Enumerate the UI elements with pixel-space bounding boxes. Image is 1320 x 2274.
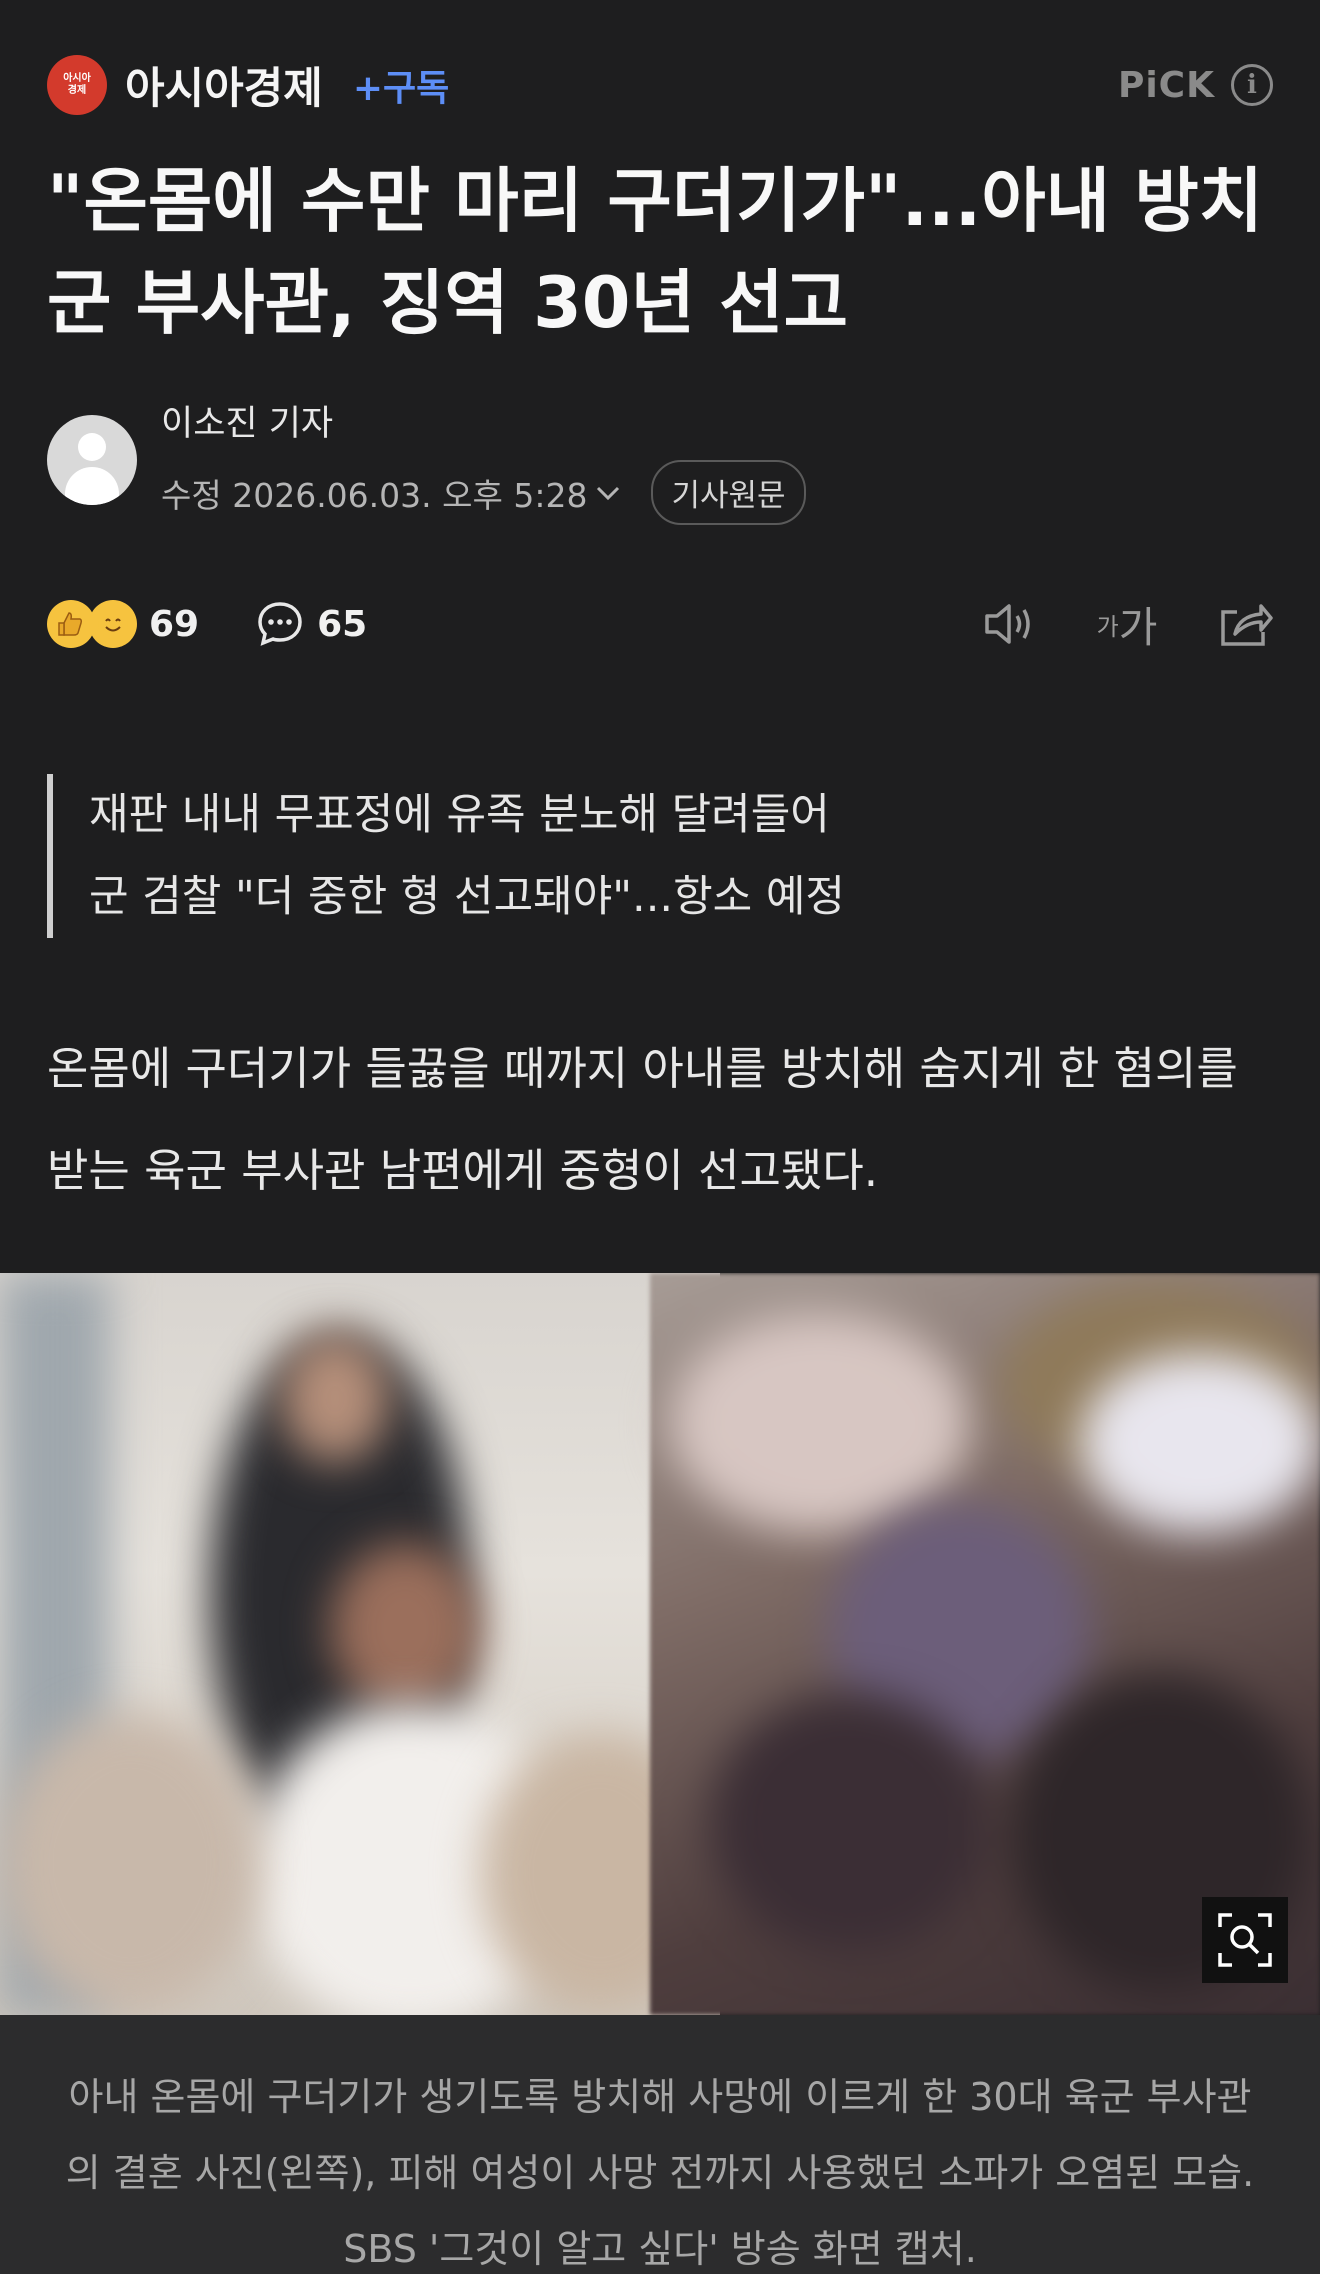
article-toolbar: 69 65 가가 (47, 594, 1273, 654)
reporter-avatar[interactable] (47, 415, 137, 505)
reaction-button[interactable] (47, 600, 137, 648)
pick-label: PiCK (1117, 64, 1215, 106)
speaker-icon[interactable] (981, 596, 1037, 652)
summary-line: 군 검찰 "더 중한 형 선고돼야"...항소 예정 (89, 872, 845, 922)
chevron-down-icon[interactable] (595, 476, 621, 509)
article-lead-paragraph: 온몸에 구더기가 들끓을 때까지 아내를 방치해 숨지게 한 혐의를 받는 육군… (47, 1042, 1238, 1197)
thumbs-up-emoji-icon (47, 600, 95, 648)
article-photo[interactable] (0, 1273, 1320, 2015)
share-icon[interactable] (1217, 596, 1273, 652)
summary-line: 재판 내내 무표정에 유족 분노해 달려들어 (89, 790, 830, 840)
font-size-icon[interactable]: 가가 (1096, 596, 1158, 652)
reaction-count: 69 (149, 603, 200, 645)
press-name[interactable]: 아시아경제 (125, 54, 323, 116)
font-size-small-glyph: 가 (1096, 612, 1119, 641)
comment-count[interactable]: 65 (317, 604, 367, 645)
article-headline: "온몸에 수만 마리 구더기가"...아내 방치 군 부사관, 징역 30년 선… (47, 160, 1264, 344)
photo-caption: 아내 온몸에 구더기가 생기도록 방치해 사망에 이르게 한 30대 육군 부사… (0, 2015, 1320, 2274)
comment-icon[interactable] (255, 599, 305, 649)
font-size-large-glyph: 가 (1118, 602, 1158, 652)
article-timestamp: 수정 2026.06.03. 오후 5:28 (161, 475, 588, 515)
press-logo[interactable]: 아시아 경제 (47, 55, 107, 115)
press-logo-text-bottom: 경제 (67, 85, 87, 96)
original-article-button[interactable]: 기사원문 (651, 460, 806, 525)
press-logo-text-top: 아시아 (63, 73, 91, 84)
article-summary: 재판 내내 무표정에 유족 분노해 달려들어 군 검찰 "더 중한 형 선고돼야… (47, 774, 845, 938)
smile-emoji-icon (89, 600, 137, 648)
info-icon[interactable]: i (1231, 64, 1273, 106)
reporter-name[interactable]: 이소진 기자 (161, 395, 806, 446)
wedding-photo-blurred (0, 1273, 720, 2015)
zoom-search-icon[interactable] (1202, 1897, 1288, 1983)
subscribe-button[interactable]: +구독 (353, 59, 449, 111)
press-header: 아시아 경제 아시아경제 +구독 PiCK i (47, 54, 1273, 116)
byline: 이소진 기자 수정 2026.06.03. 오후 5:28 기사원문 (47, 395, 806, 525)
